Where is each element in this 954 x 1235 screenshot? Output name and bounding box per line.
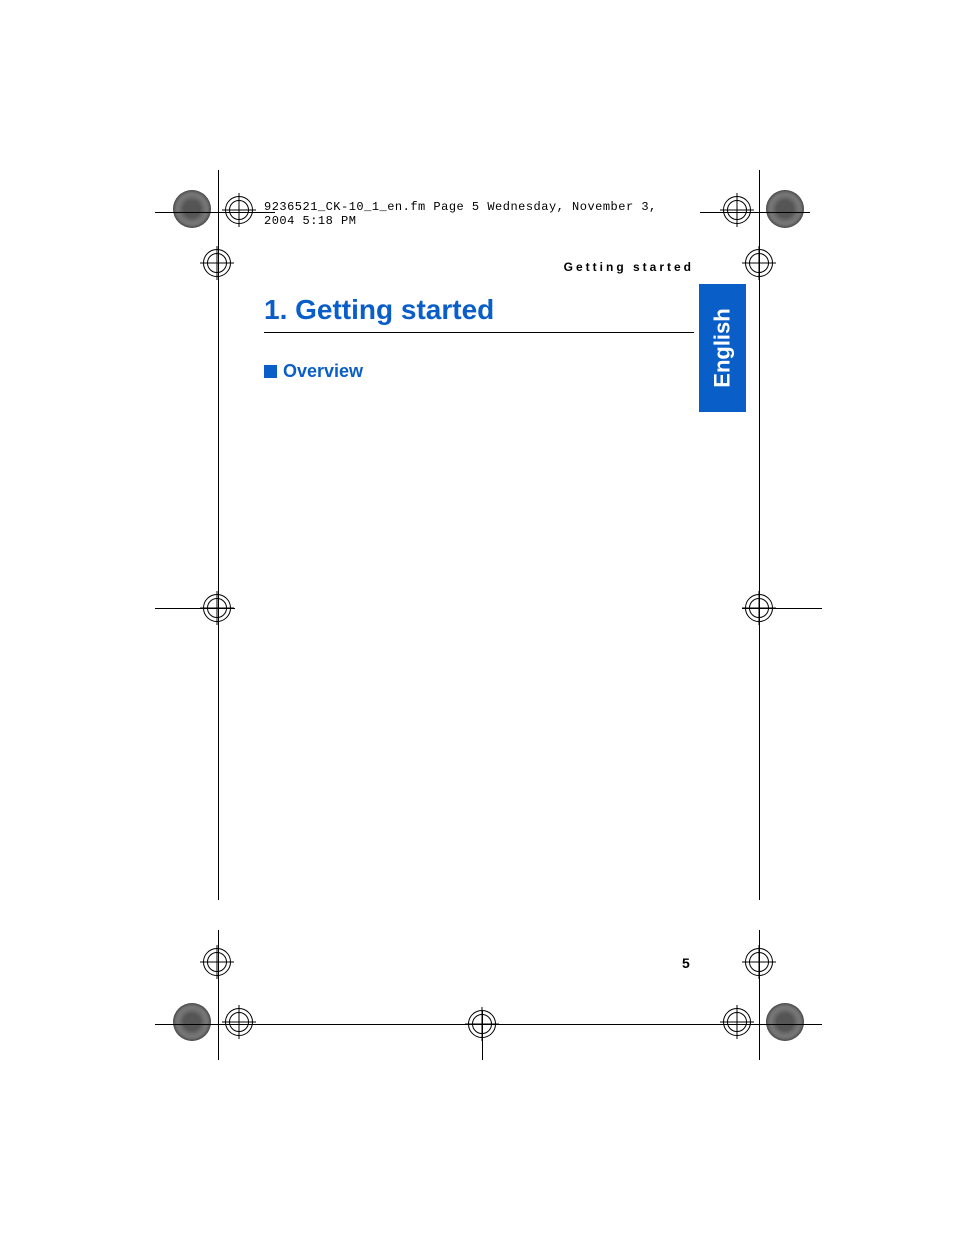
section-title: Overview [283, 361, 363, 382]
registration-mark-icon [200, 591, 234, 625]
registration-mark-icon [222, 1005, 256, 1039]
section-heading: Overview [264, 361, 694, 382]
page-number: 5 [682, 955, 690, 971]
registration-mark-icon [200, 945, 234, 979]
crop-line [482, 1010, 483, 1060]
crop-line [218, 300, 219, 900]
registration-mark-icon [742, 246, 776, 280]
crop-line [742, 1024, 822, 1025]
square-bullet-icon [264, 365, 277, 378]
crop-line [155, 212, 275, 213]
crop-line [700, 212, 810, 213]
registration-mark-icon [720, 1005, 754, 1039]
chapter-title: 1. Getting started [264, 294, 694, 333]
registration-mark-icon [742, 945, 776, 979]
registration-mark-icon [720, 193, 754, 227]
source-file-meta: 9236521_CK-10_1_en.fm Page 5 Wednesday, … [264, 200, 694, 228]
running-head: Getting started [264, 260, 694, 274]
registration-dot-icon [173, 190, 211, 228]
registration-dot-icon [173, 1003, 211, 1041]
language-label: English [710, 308, 736, 387]
crop-line [759, 170, 760, 300]
registration-mark-icon [222, 193, 256, 227]
crop-line [759, 300, 760, 900]
language-tab: English [699, 284, 746, 412]
registration-mark-icon [200, 246, 234, 280]
registration-dot-icon [766, 1003, 804, 1041]
crop-line [218, 170, 219, 300]
registration-dot-icon [766, 190, 804, 228]
page-content: 9236521_CK-10_1_en.fm Page 5 Wednesday, … [264, 200, 694, 382]
